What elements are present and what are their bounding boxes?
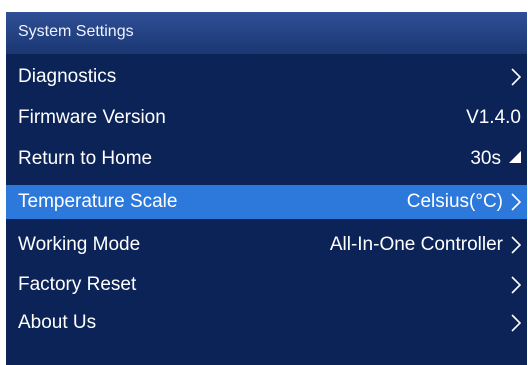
firmware-version-value: V1.4.0	[466, 107, 521, 128]
header-bar: System Settings	[6, 12, 527, 54]
chevron-right-icon	[511, 314, 521, 332]
menu-item-label: Diagnostics	[18, 66, 117, 87]
chevron-right-icon	[511, 68, 521, 86]
menu-item-label: Temperature Scale	[18, 191, 178, 212]
menu-item-firmware-version: Firmware Version V1.4.0	[6, 101, 527, 135]
menu-item-label: About Us	[18, 312, 97, 333]
menu-item-label: Working Mode	[18, 234, 141, 255]
temperature-scale-value: Celsius(°C)	[406, 191, 503, 212]
menu-item-diagnostics[interactable]: Diagnostics	[6, 60, 527, 94]
menu-item-about-us[interactable]: About Us	[6, 306, 527, 340]
chevron-right-icon	[511, 193, 521, 211]
menu-item-label: Return to Home	[18, 148, 153, 169]
menu-item-factory-reset[interactable]: Factory Reset	[6, 268, 527, 302]
menu-item-label: Firmware Version	[18, 107, 166, 128]
system-settings-screen: System Settings Diagnostics Firmware Ver…	[6, 12, 527, 365]
menu-item-temperature-scale[interactable]: Temperature Scale Celsius(°C)	[6, 185, 527, 219]
working-mode-value: All-In-One Controller	[329, 234, 503, 255]
triangle-corner-icon	[509, 151, 521, 163]
menu-item-label: Factory Reset	[18, 274, 137, 295]
return-to-home-value: 30s	[470, 148, 501, 169]
chevron-right-icon	[511, 236, 521, 254]
chevron-right-icon	[511, 276, 521, 294]
page-title: System Settings	[18, 23, 134, 40]
menu-item-return-to-home[interactable]: Return to Home 30s	[6, 142, 527, 176]
menu-item-working-mode[interactable]: Working Mode All-In-One Controller	[6, 228, 527, 262]
